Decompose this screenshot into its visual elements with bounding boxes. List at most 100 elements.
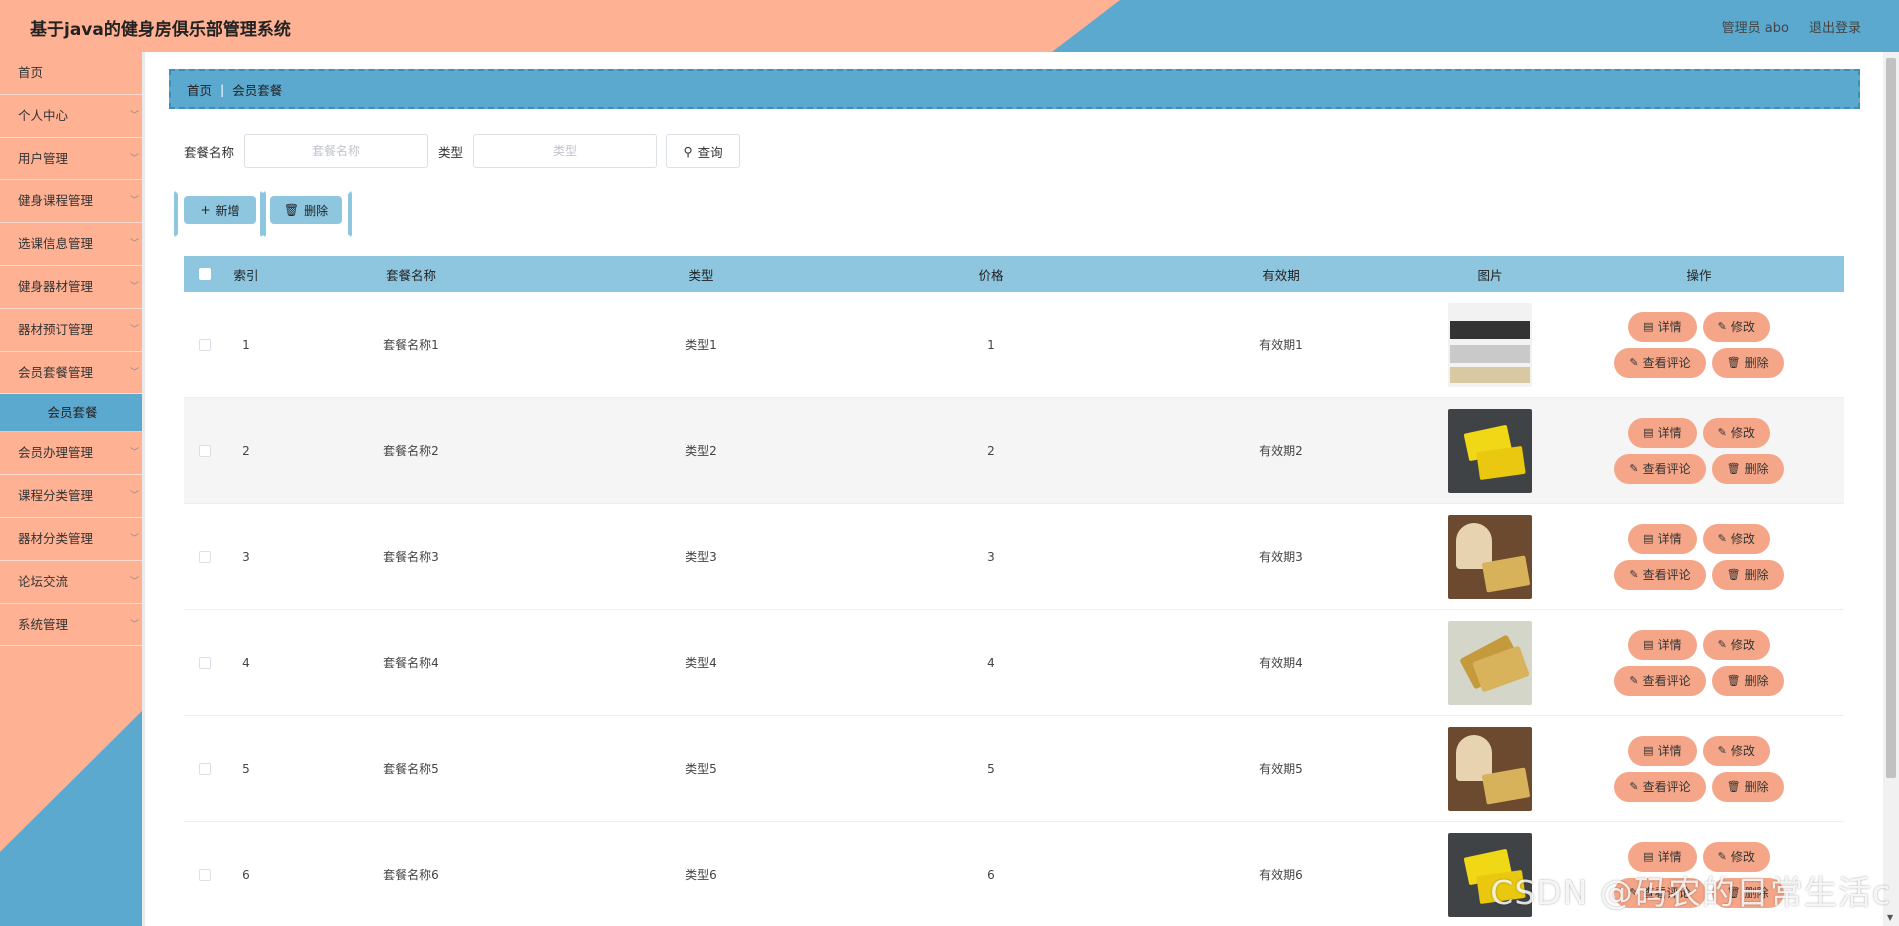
sidebar-item-home[interactable]: 首页: [0, 52, 145, 95]
membership-card-thumbnail[interactable]: [1448, 408, 1532, 493]
cell-index: 6: [242, 867, 250, 882]
type-search-label: 类型: [438, 144, 464, 160]
delete-button[interactable]: 🗑 删除: [1712, 666, 1783, 695]
sidebar-item-equipment[interactable]: 健身器材管理 ﹀: [0, 266, 145, 309]
delete-button[interactable]: 🗑 删除: [1712, 560, 1783, 589]
row-checkbox[interactable]: [199, 656, 211, 669]
delete-button[interactable]: 🗑 删除: [1712, 454, 1783, 483]
checkbox[interactable]: [199, 268, 211, 280]
sidebar-item-label: 器材分类管理: [18, 530, 94, 546]
chevron-down-icon: ﹀: [129, 110, 139, 121]
detail-button[interactable]: ▤ 详情: [1629, 418, 1696, 447]
sidebar-item-courses[interactable]: 健身课程管理 ﹀: [0, 180, 145, 224]
sidebar-item-label: 用户管理: [18, 150, 69, 166]
view-comments-button[interactable]: ✎ 查看评论: [1615, 454, 1705, 483]
chevron-down-icon: ﹀: [129, 324, 139, 335]
edit-label: 修改: [1730, 320, 1755, 334]
edit-button[interactable]: ✎ 修改: [1703, 736, 1769, 765]
breadcrumb-home[interactable]: 首页: [187, 80, 212, 99]
comments-label: 查看评论: [1642, 780, 1691, 794]
view-comments-button[interactable]: ✎ 查看评论: [1615, 772, 1705, 801]
detail-button[interactable]: ▤ 详情: [1629, 312, 1696, 341]
name-search-input[interactable]: 套餐名称: [244, 134, 429, 168]
view-comments-button[interactable]: ✎ 查看评论: [1615, 666, 1705, 695]
comments-label: 查看评论: [1642, 462, 1691, 476]
scroll-down-arrow-icon[interactable]: ▼: [1887, 913, 1893, 922]
chevron-down-icon: ﹀: [129, 281, 139, 292]
sidebar-item-equipment-categories[interactable]: 器材分类管理 ﹀: [0, 518, 145, 561]
header-ops: 操作: [1686, 267, 1712, 283]
edit-button[interactable]: ✎ 修改: [1703, 524, 1769, 553]
detail-button[interactable]: ▤ 详情: [1629, 630, 1696, 659]
edit-label: 修改: [1730, 426, 1755, 440]
vertical-scrollbar[interactable]: ▼: [1883, 52, 1899, 926]
view-comments-button[interactable]: ✎ 查看评论: [1615, 348, 1705, 377]
add-button[interactable]: + 新增: [174, 190, 266, 238]
sidebar-item-equipment-booking[interactable]: 器材预订管理 ﹀: [0, 309, 145, 352]
type-search-input[interactable]: 类型: [473, 134, 658, 168]
pencil-icon: ✎: [1629, 674, 1639, 687]
delete-label: 删除: [1744, 674, 1769, 688]
header-select-all[interactable]: [184, 268, 226, 280]
sidebar-item-label: 会员套餐: [47, 405, 98, 421]
sidebar-item-membership-plans[interactable]: 会员套餐管理 ﹀: [0, 352, 145, 395]
chevron-down-icon: ﹀: [129, 619, 139, 630]
pencil-icon: ✎: [1717, 532, 1727, 545]
logout-link[interactable]: 退出登录: [1809, 17, 1861, 36]
cell-price: 6: [987, 867, 995, 882]
row-checkbox[interactable]: [199, 762, 211, 775]
cell-index: 2: [242, 443, 250, 458]
detail-label: 详情: [1657, 532, 1682, 546]
sidebar-item-system[interactable]: 系统管理 ﹀: [0, 604, 145, 647]
edit-button[interactable]: ✎ 修改: [1703, 418, 1769, 447]
detail-button[interactable]: ▤ 详情: [1629, 524, 1696, 553]
sidebar: 首页 个人中心 ﹀ 用户管理 ﹀ 健身课程管理 ﹀ 选课信息管理 ﹀ 健身器材管理 ﹀ 器…: [0, 52, 145, 926]
edit-button[interactable]: ✎ 修改: [1703, 630, 1769, 659]
scrollbar-thumb[interactable]: [1886, 58, 1896, 778]
breadcrumb-separator: |: [220, 81, 225, 97]
comments-label: 查看评论: [1642, 356, 1691, 370]
row-checkbox[interactable]: [199, 550, 211, 563]
view-comments-button[interactable]: ✎ 查看评论: [1615, 560, 1705, 589]
header-name: 套餐名称: [385, 267, 436, 283]
sidebar-item-enrollments[interactable]: 选课信息管理 ﹀: [0, 223, 145, 266]
user-label[interactable]: 管理员 abo: [1722, 17, 1789, 36]
edit-button[interactable]: ✎ 修改: [1703, 312, 1769, 341]
sidebar-item-profile[interactable]: 个人中心 ﹀: [0, 95, 145, 138]
sidebar-item-forum[interactable]: 论坛交流 ﹀: [0, 561, 145, 604]
row-checkbox[interactable]: [199, 444, 211, 457]
membership-card-thumbnail[interactable]: [1448, 302, 1532, 387]
sidebar-subitem-membership-plan[interactable]: 会员套餐: [0, 394, 145, 433]
query-button[interactable]: ⚲ 查询: [666, 134, 741, 168]
sidebar-menu: 首页 个人中心 ﹀ 用户管理 ﹀ 健身课程管理 ﹀ 选课信息管理 ﹀ 健身器材管理 ﹀ 器…: [0, 52, 145, 647]
sidebar-item-membership-signup[interactable]: 会员办理管理 ﹀: [0, 432, 145, 476]
table-row: 5 套餐名称5 类型5 5 有效期5 ▤ 详情 ✎ 修改 ✎ 查看评论 🗑 删除: [184, 716, 1844, 822]
membership-card-thumbnail[interactable]: [1448, 620, 1532, 705]
delete-button[interactable]: 🗑 删除: [1712, 348, 1783, 377]
plus-icon: +: [200, 203, 211, 217]
sidebar-item-label: 个人中心: [18, 107, 69, 123]
sidebar-item-users[interactable]: 用户管理 ﹀: [0, 138, 145, 181]
query-button-label: 查询: [697, 144, 723, 160]
delete-label: 删除: [1744, 568, 1769, 582]
membership-card-thumbnail[interactable]: [1448, 514, 1532, 599]
app-title: 基于java的健身房俱乐部管理系统: [30, 20, 291, 40]
cell-price: 3: [987, 549, 995, 564]
action-buttons: + 新增 🗑 删除: [174, 190, 352, 238]
trash-icon: 🗑: [1726, 674, 1741, 687]
row-actions: ▤ 详情 ✎ 修改 ✎ 查看评论 🗑 删除: [1554, 524, 1844, 589]
edit-label: 修改: [1730, 850, 1755, 864]
delete-label: 删除: [1744, 462, 1769, 476]
cell-name: 套餐名称5: [383, 762, 439, 776]
batch-delete-button[interactable]: 🗑 删除: [260, 190, 352, 238]
row-checkbox[interactable]: [199, 338, 211, 351]
detail-button[interactable]: ▤ 详情: [1629, 736, 1696, 765]
table-header: 索引 套餐名称 类型 价格 有效期 图片 操作: [184, 256, 1844, 292]
membership-card-thumbnail[interactable]: [1448, 726, 1532, 811]
row-actions: ▤ 详情 ✎ 修改 ✎ 查看评论 🗑 删除: [1554, 736, 1844, 801]
sidebar-item-label: 首页: [18, 65, 44, 80]
row-checkbox[interactable]: [199, 868, 211, 881]
cell-price: 1: [987, 337, 995, 352]
delete-button[interactable]: 🗑 删除: [1712, 772, 1783, 801]
sidebar-item-course-categories[interactable]: 课程分类管理 ﹀: [0, 475, 145, 518]
